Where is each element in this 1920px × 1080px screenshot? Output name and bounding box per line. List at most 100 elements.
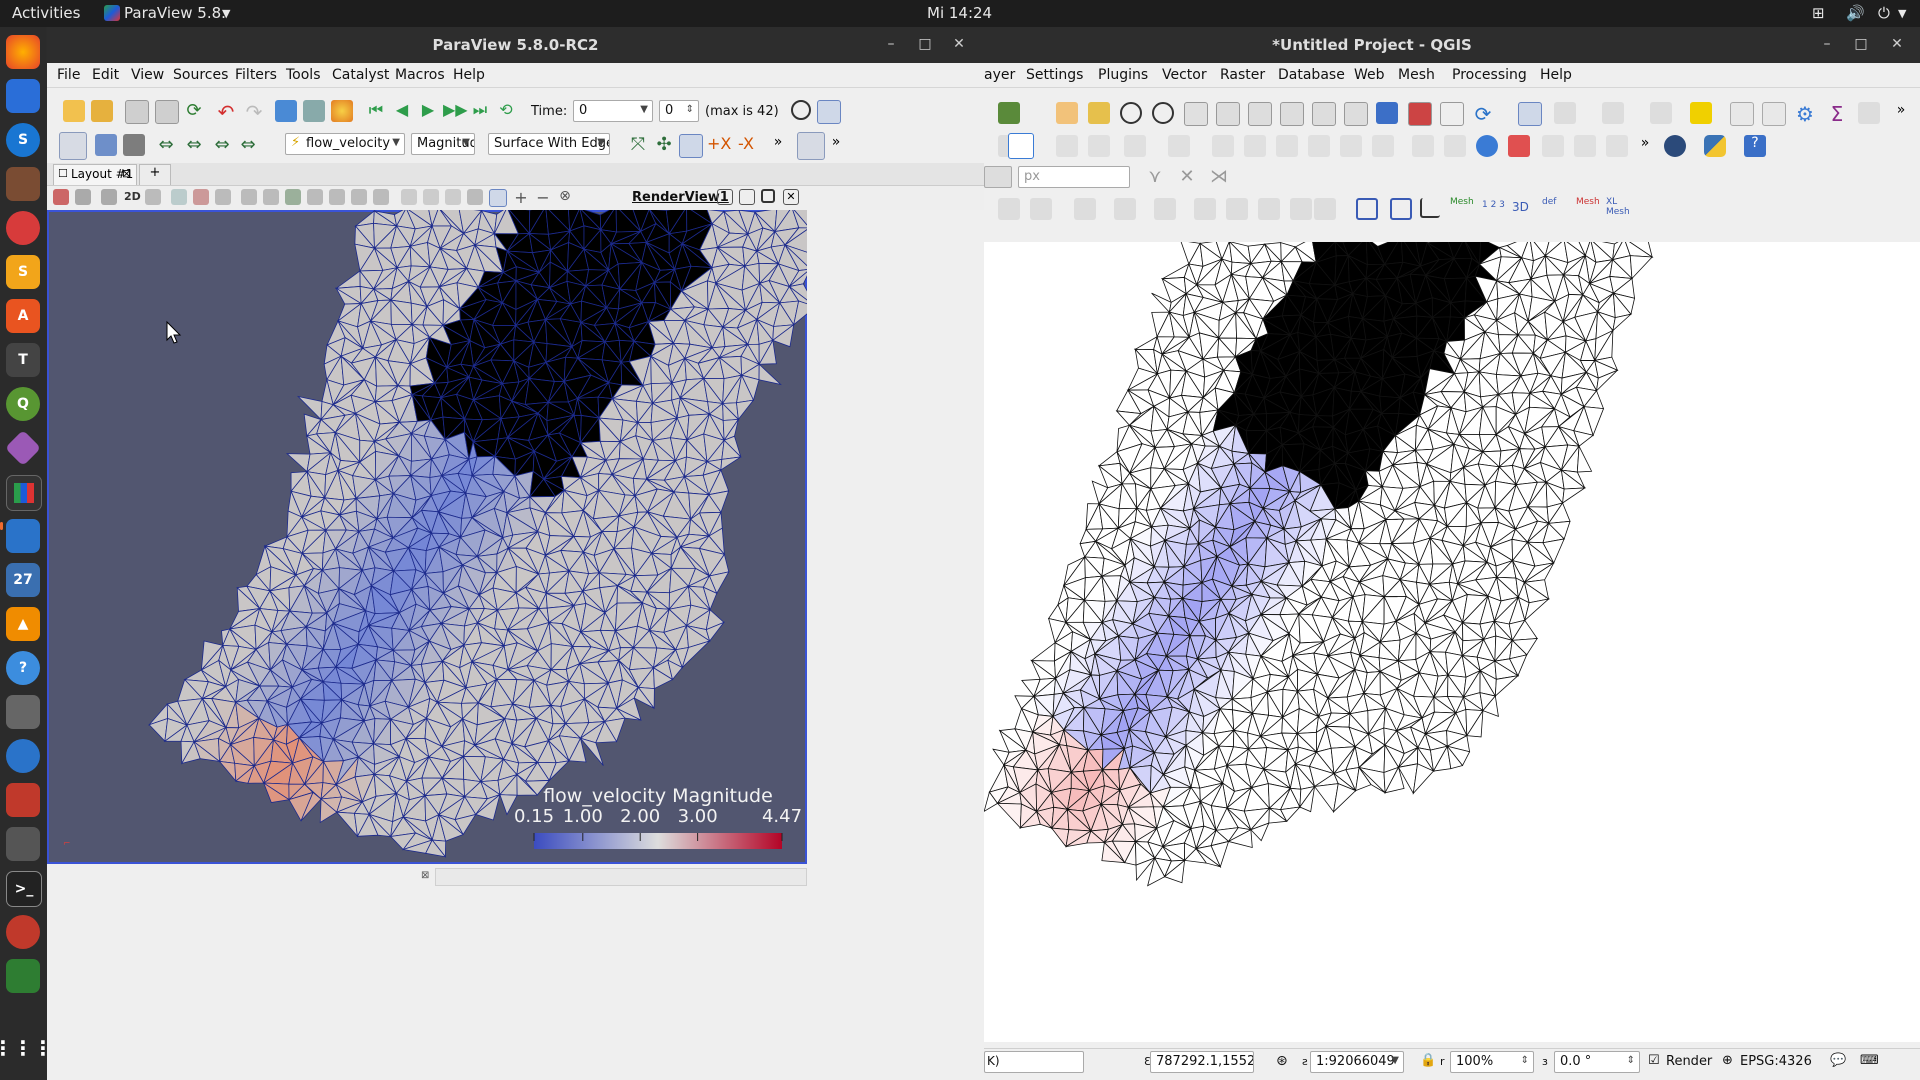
- select-cells-on-icon[interactable]: [171, 189, 187, 205]
- qgis-menu-help[interactable]: Help: [1540, 67, 1572, 83]
- auto-apply-icon[interactable]: ⟳: [183, 100, 205, 122]
- previous-frame-icon[interactable]: ◀: [391, 100, 413, 122]
- qgis-trim-icon[interactable]: ⋊: [1208, 166, 1230, 188]
- toggle-selection-icon[interactable]: ⊗: [557, 188, 573, 204]
- interactive-select-cells-icon[interactable]: [307, 189, 323, 205]
- qgis-shape-5-icon[interactable]: [1154, 198, 1176, 220]
- firefox-icon[interactable]: [6, 35, 40, 69]
- reset-closest-icon[interactable]: ✣: [653, 134, 675, 156]
- qgis-mesh-tool-5[interactable]: Mesh: [1576, 197, 1600, 207]
- qgis-bookmark-icon[interactable]: [1376, 102, 1398, 124]
- settings-app-icon[interactable]: [6, 783, 40, 817]
- qgis-label-pin-icon[interactable]: [1508, 135, 1530, 157]
- qgis-label-abc-icon[interactable]: [1476, 135, 1498, 157]
- qgis-add-feature-icon[interactable]: [1124, 135, 1146, 157]
- reset-session-icon[interactable]: [275, 100, 297, 122]
- paraview-menu-macros[interactable]: Macros: [395, 67, 445, 83]
- qgis-zoom-next-icon[interactable]: [1344, 102, 1368, 126]
- mail-icon[interactable]: [6, 211, 40, 245]
- qgis-pan-to-selection-icon[interactable]: [1088, 102, 1110, 124]
- qgis-menu-web[interactable]: Web: [1354, 67, 1385, 83]
- toggle-color-legend-icon[interactable]: [59, 132, 87, 160]
- activities-button[interactable]: Activities: [12, 4, 80, 22]
- qgis-shape-10-icon[interactable]: [1314, 198, 1336, 220]
- software-center-icon[interactable]: A: [6, 299, 40, 333]
- add-layout-tab[interactable]: +: [139, 164, 171, 185]
- system-menu-chevron-icon[interactable]: ▼: [1898, 7, 1906, 20]
- app-menu[interactable]: ParaView 5.8.: [124, 4, 226, 22]
- qgis-extents-icon[interactable]: ⊛: [1276, 1053, 1288, 1069]
- qgis-snap-combo[interactable]: [984, 166, 1012, 188]
- qgis-shape-4-icon[interactable]: [1114, 198, 1136, 220]
- qgis-field-calculator-icon[interactable]: [1762, 102, 1786, 126]
- paraview-menu-catalyst[interactable]: Catalyst: [332, 67, 389, 83]
- qgis-overflow-2-icon[interactable]: »: [1634, 135, 1656, 157]
- paraview-menu-file[interactable]: File: [57, 67, 80, 83]
- query-selection-icon[interactable]: [489, 189, 507, 207]
- zoom-to-data-icon[interactable]: [679, 134, 703, 158]
- sublime-icon[interactable]: S: [6, 255, 40, 289]
- reset-range-icon[interactable]: [123, 134, 145, 156]
- qgis-map-canvas[interactable]: [984, 242, 1920, 1042]
- qgis-undo-icon[interactable]: [1340, 135, 1362, 157]
- paraview-menu-filters[interactable]: Filters: [235, 67, 277, 83]
- qgis-vertex-tool-icon[interactable]: [1168, 135, 1190, 157]
- qgis-cancel-icon[interactable]: ✕: [1176, 166, 1198, 188]
- qgis-copy-icon[interactable]: [1276, 135, 1298, 157]
- paraview-close-button[interactable]: ✕: [950, 35, 968, 53]
- component-combo[interactable]: Magnitud ▼: [411, 133, 475, 155]
- qgis-deselect-icon[interactable]: [1650, 102, 1672, 124]
- qgis-action-icon[interactable]: [1554, 102, 1576, 124]
- tex-icon[interactable]: T: [6, 343, 40, 377]
- camera-parallel-icon[interactable]: [145, 189, 161, 205]
- first-frame-icon[interactable]: ⏮: [365, 100, 387, 122]
- qgis-zoom-layer-icon[interactable]: [1248, 102, 1272, 126]
- select-blocks-icon[interactable]: [401, 189, 417, 205]
- qgis-mesh-tool-xl[interactable]: XL Mesh: [1606, 197, 1630, 217]
- virtualbox-icon[interactable]: [6, 519, 40, 553]
- qgis-render-checkbox[interactable]: ☑: [1648, 1053, 1660, 1068]
- qgis-zoom-selection-icon[interactable]: [1216, 102, 1240, 126]
- paraview-menu-sources[interactable]: Sources: [173, 67, 228, 83]
- globe-icon[interactable]: [6, 739, 40, 773]
- qgis-layer-tool-icon[interactable]: [998, 102, 1020, 124]
- qgis-menu-processing[interactable]: Processing: [1452, 67, 1527, 83]
- qgis-python-icon[interactable]: [1704, 135, 1726, 157]
- qgis-magnifier-field[interactable]: 100% ⇕: [1450, 1051, 1534, 1073]
- qgis-shape-3-icon[interactable]: [1074, 198, 1096, 220]
- paraview-maximize-button[interactable]: □: [916, 35, 934, 53]
- last-frame-icon[interactable]: ⏭: [469, 100, 491, 122]
- qgis-scale-field[interactable]: 1:92066049 ▼: [1310, 1051, 1404, 1073]
- close-view-icon[interactable]: ✕: [783, 189, 799, 205]
- shrink-selection-icon[interactable]: [467, 189, 483, 205]
- terminal-icon[interactable]: >_: [6, 871, 42, 907]
- qgis-mesh-grid-icon[interactable]: [1356, 198, 1378, 220]
- qgis-new-bookmark-icon[interactable]: [1408, 102, 1432, 126]
- qgis-globe-plugin-icon[interactable]: [1664, 135, 1686, 157]
- network-icon[interactable]: ⊞: [1812, 4, 1825, 22]
- paraview-menu-tools[interactable]: Tools: [286, 67, 321, 83]
- rescale-temporal-icon[interactable]: ⇔: [183, 134, 205, 156]
- qgis-delete-selected-icon[interactable]: [1212, 135, 1234, 157]
- paraview-menu-view[interactable]: View: [131, 67, 164, 83]
- qgis-shape-icon[interactable]: [998, 198, 1020, 220]
- toolbar-overflow-icon[interactable]: »: [767, 134, 789, 156]
- qgis-shape-7-icon[interactable]: [1226, 198, 1248, 220]
- qgis-menu-settings[interactable]: Settings: [1026, 67, 1083, 83]
- qgis-mesh-tool-2[interactable]: 1 2 3: [1482, 200, 1505, 210]
- select-polygon-points-icon[interactable]: [285, 189, 301, 205]
- layout-tab[interactable]: ☐ Layout #1 ⊠: [53, 164, 137, 185]
- select-polygon-cells-icon[interactable]: [263, 189, 279, 205]
- qgis-menu-vector[interactable]: Vector: [1162, 67, 1207, 83]
- app-menu-chevron-icon[interactable]: ▼: [222, 7, 230, 20]
- skype-icon[interactable]: S: [6, 123, 40, 157]
- paraview-menu-edit[interactable]: Edit: [92, 67, 119, 83]
- rescale-data-icon[interactable]: ⇔: [237, 134, 259, 156]
- qgis-redo-icon[interactable]: [1372, 135, 1394, 157]
- qgis-minimize-button[interactable]: –: [1818, 35, 1836, 53]
- qgis-menu-raster[interactable]: Raster: [1220, 67, 1265, 83]
- query-icon[interactable]: [817, 100, 841, 124]
- plus-x-icon[interactable]: +X: [707, 134, 731, 156]
- qgis-edit-pencil-icon[interactable]: [1056, 135, 1078, 157]
- diamond-app-icon[interactable]: [4, 429, 42, 467]
